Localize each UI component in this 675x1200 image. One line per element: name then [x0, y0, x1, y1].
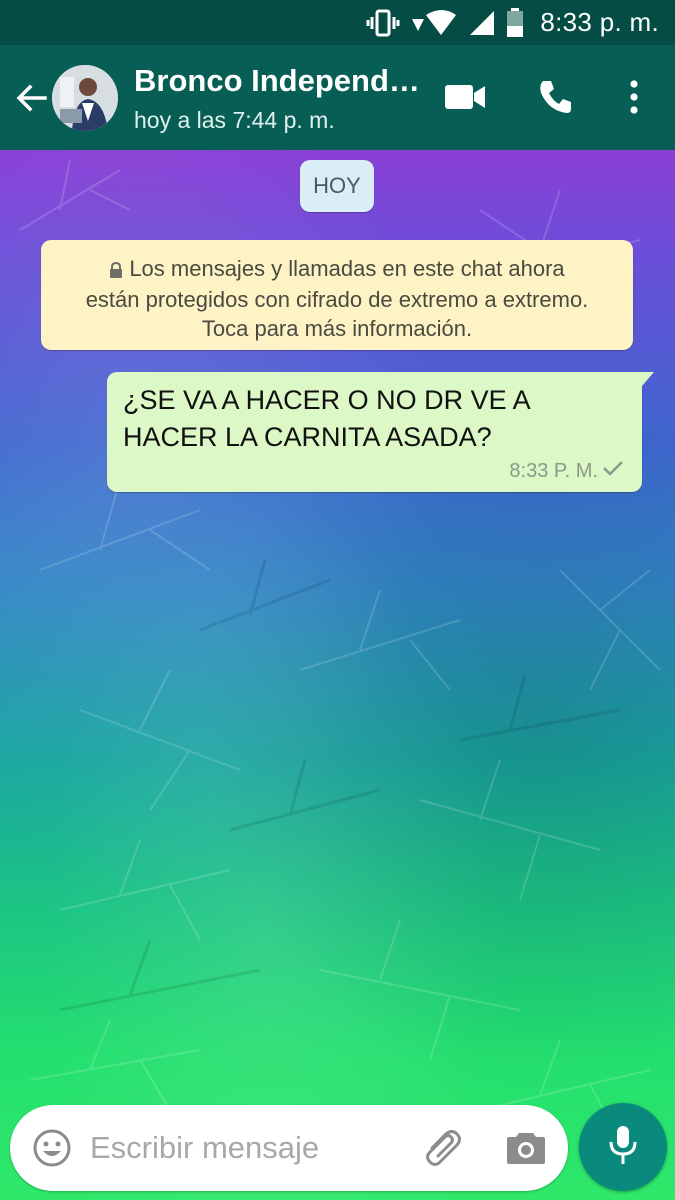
- mic-button[interactable]: [579, 1103, 667, 1191]
- signal-icon: [468, 9, 496, 37]
- message-composer: [10, 1105, 568, 1191]
- chat-area[interactable]: HOY Los mensajes y llamadas en este chat…: [0, 150, 675, 1200]
- outgoing-message[interactable]: ¿SE VA A HACER O NO DR VE A HACER LA CAR…: [107, 372, 654, 492]
- bubble-tail: [642, 372, 654, 386]
- status-bar: 8:33 p. m.: [0, 0, 675, 45]
- contact-name[interactable]: Bronco Independ…: [134, 63, 424, 99]
- encryption-notice-line-2: están protegidos con cifrado de extremo …: [85, 287, 589, 312]
- status-icons: 8:33 p. m.: [366, 0, 675, 45]
- back-arrow-icon[interactable]: [10, 77, 52, 119]
- mic-icon: [608, 1124, 638, 1171]
- more-options-icon[interactable]: [610, 73, 658, 121]
- phone-call-icon[interactable]: [531, 73, 579, 121]
- camera-icon[interactable]: [502, 1124, 550, 1172]
- date-chip: HOY: [300, 160, 374, 212]
- avatar[interactable]: [52, 65, 118, 131]
- lock-icon: [109, 256, 123, 285]
- encryption-notice-line-3: Toca para más información.: [201, 316, 473, 341]
- vibrate-icon: [366, 9, 400, 37]
- battery-icon: [506, 7, 524, 38]
- message-text: ¿SE VA A HACER O NO DR VE A HACER LA CAR…: [123, 385, 530, 452]
- message-time: 8:33 P. M.: [509, 460, 598, 482]
- video-call-icon[interactable]: [441, 73, 489, 121]
- attach-icon[interactable]: [418, 1124, 466, 1172]
- message-input[interactable]: [90, 1127, 410, 1169]
- emoji-icon[interactable]: [28, 1124, 76, 1172]
- chat-header: Bronco Independ… hoy a las 7:44 p. m.: [0, 45, 675, 150]
- encryption-notice[interactable]: Los mensajes y llamadas en este chat aho…: [41, 240, 633, 350]
- encryption-notice-line-1: Los mensajes y llamadas en este chat aho…: [41, 254, 633, 285]
- last-seen: hoy a las 7:44 p. m.: [134, 107, 335, 133]
- encryption-notice-text-1: Los mensajes y llamadas en este chat aho…: [129, 256, 565, 281]
- status-time: 8:33 p. m.: [540, 7, 659, 37]
- wifi-icon: [410, 9, 458, 37]
- single-check-icon: [602, 460, 624, 481]
